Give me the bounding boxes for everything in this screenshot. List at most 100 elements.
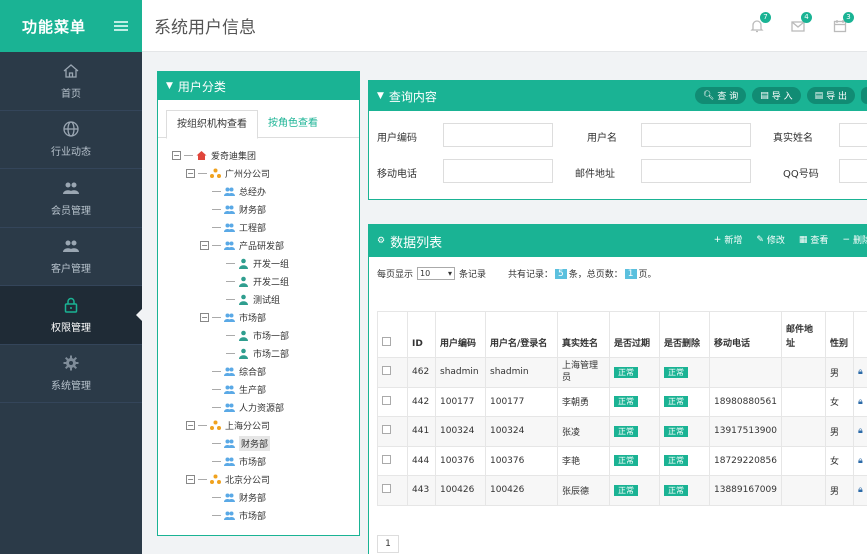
calendar-icon[interactable]: 3 xyxy=(832,12,854,34)
lock-icon[interactable]: 🔒︎ xyxy=(853,357,867,388)
import-button[interactable]: ▤ 导 入 xyxy=(752,87,801,104)
row-checkbox[interactable] xyxy=(382,484,391,494)
bell-icon[interactable]: 7 xyxy=(749,12,771,34)
person-icon xyxy=(239,330,248,341)
status-badge: 正常 xyxy=(614,484,638,496)
page-title: 系统用户信息 xyxy=(154,18,256,38)
tree-node[interactable]: 财务部 xyxy=(172,200,359,218)
column-header[interactable]: ID xyxy=(407,311,436,358)
column-header[interactable]: 是否过期 xyxy=(609,311,660,358)
column-header[interactable]: 真实姓名 xyxy=(557,311,610,358)
table-row[interactable]: 462 shadmin shadmin 上海管理员 正常 正常 男 🔒︎ xyxy=(377,357,867,388)
tree-node[interactable]: − 上海分公司 xyxy=(172,416,359,434)
column-header[interactable]: 用户编码 xyxy=(435,311,486,358)
email-input[interactable] xyxy=(641,159,751,183)
row-checkbox[interactable] xyxy=(382,425,391,435)
select-all-checkbox[interactable] xyxy=(382,337,391,346)
panel-title: 用户分类 xyxy=(177,79,226,94)
collapse-toggle-icon[interactable]: − xyxy=(186,168,195,178)
table-row[interactable]: 443 100426 100426 张辰德 正常 正常 13889167009 … xyxy=(377,475,867,506)
qq-input[interactable] xyxy=(839,159,867,183)
tree-node[interactable]: 总经办 xyxy=(172,182,359,200)
tree-node[interactable]: − 北京分公司 xyxy=(172,470,359,488)
collapse-toggle-icon[interactable]: − xyxy=(200,312,209,322)
tree-node[interactable]: 市场一部 xyxy=(172,326,359,344)
table-row[interactable]: 444 100376 100376 李艳 正常 正常 18729220856 女… xyxy=(377,445,867,476)
select-all-cell xyxy=(377,311,408,358)
collapse-toggle-icon[interactable]: − xyxy=(186,420,195,430)
sidebar-item-home[interactable]: 首页 xyxy=(0,52,142,111)
lock-icon[interactable]: 🔒︎ xyxy=(853,445,867,476)
add-button[interactable]: + 新增 xyxy=(714,233,743,247)
lock-icon[interactable]: 🔒︎ xyxy=(853,386,867,417)
org-tree: − 爱奇迪集团 − 广州分公司 总经办 财务部 工程部 − 产品研发部 开发一组 开发… xyxy=(158,138,359,524)
real-name-label: 真实姓名 xyxy=(773,133,813,144)
tree-node[interactable]: 综合部 xyxy=(172,362,359,380)
group-icon xyxy=(224,511,235,520)
mobile-input[interactable] xyxy=(443,159,553,183)
sidebar-item-news[interactable]: 行业动态 xyxy=(0,111,142,169)
lock-icon[interactable]: 🔒︎ xyxy=(853,475,867,506)
status-badge: 正常 xyxy=(614,396,638,408)
sidebar-item-permissions[interactable]: 权限管理 xyxy=(0,286,143,345)
username-input[interactable] xyxy=(641,123,751,147)
column-header[interactable]: 移动电话 xyxy=(709,311,782,358)
tree-node[interactable]: 财务部 xyxy=(172,488,359,506)
table-row[interactable]: 441 100324 100324 张凌 正常 正常 13917513900 男… xyxy=(377,416,867,447)
cogs-icon: ⚙ xyxy=(377,236,386,246)
user-table: ID 用户编码 用户名/登录名 真实姓名 是否过期 是否删除 移动电话 邮件地址… xyxy=(377,311,867,506)
home-icon xyxy=(63,63,79,78)
real-name-input[interactable] xyxy=(839,123,867,147)
tree-node[interactable]: 市场部 xyxy=(172,506,359,524)
mail-icon[interactable]: 4 xyxy=(790,12,812,34)
tree-node[interactable]: − 广州分公司 xyxy=(172,164,359,182)
search-button[interactable]: 🔍︎ 查 询 xyxy=(694,87,747,104)
mobile-label: 移动电话 xyxy=(377,169,417,180)
collapse-toggle-icon[interactable]: − xyxy=(186,474,195,484)
tree-node-selected[interactable]: 财务部 xyxy=(172,434,359,452)
status-badge: 正常 xyxy=(614,425,638,437)
page-size-select[interactable]: 10 ▾ xyxy=(417,267,456,280)
sidebar-item-customers[interactable]: 客户管理 xyxy=(0,228,142,286)
tree-node[interactable]: 市场部 xyxy=(172,452,359,470)
tree-node[interactable]: − 市场部 xyxy=(172,308,359,326)
menu-toggle-icon[interactable] xyxy=(114,20,128,32)
tree-node[interactable]: 人力资源部 xyxy=(172,398,359,416)
lock-icon[interactable]: 🔒︎ xyxy=(853,416,867,447)
sidebar-title: 功能菜单 xyxy=(22,17,87,36)
group-icon xyxy=(224,403,235,412)
column-header[interactable]: 性别 xyxy=(825,311,854,358)
tree-node[interactable]: 工程部 xyxy=(172,218,359,236)
tree-node[interactable]: 开发二组 xyxy=(172,272,359,290)
column-header[interactable]: 邮件地址 xyxy=(781,311,826,358)
tab-by-organization[interactable]: 按组织机构查看 xyxy=(166,110,258,139)
tree-node[interactable]: 开发一组 xyxy=(172,254,359,272)
tree-node[interactable]: 测试组 xyxy=(172,290,359,308)
tree-node[interactable]: 生产部 xyxy=(172,380,359,398)
column-header[interactable]: 用户名/登录名 xyxy=(485,311,558,358)
row-checkbox[interactable] xyxy=(382,366,391,376)
edit-button[interactable]: ✎ 修改 xyxy=(756,233,785,247)
tab-by-role[interactable]: 按角色查看 xyxy=(258,110,328,138)
delete-button[interactable]: − 删除 xyxy=(842,233,867,247)
sidebar-item-system[interactable]: 系统管理 xyxy=(0,345,142,403)
collapse-toggle-icon[interactable]: − xyxy=(200,240,209,250)
user-code-input[interactable] xyxy=(443,123,553,147)
view-button[interactable]: ▦ 查看 xyxy=(799,233,829,247)
page-button[interactable]: 1 xyxy=(377,535,399,553)
column-header[interactable]: 是否删除 xyxy=(659,311,710,358)
query-row: 用户编码 用户名 真实姓名 xyxy=(377,123,867,149)
tree-node[interactable]: − 爱奇迪集团 xyxy=(172,146,359,164)
more-button[interactable] xyxy=(861,87,867,104)
table-row[interactable]: 442 100177 100177 李朝勇 正常 正常 18980880561 … xyxy=(377,386,867,417)
row-checkbox[interactable] xyxy=(382,395,391,405)
sidebar-item-members[interactable]: 会员管理 xyxy=(0,169,142,228)
export-button[interactable]: ▤ 导 出 xyxy=(806,87,855,104)
tab-bar: 按组织机构查看 按角色查看 xyxy=(158,100,359,139)
collapse-toggle-icon[interactable]: − xyxy=(172,150,181,160)
row-checkbox[interactable] xyxy=(382,454,391,464)
tree-node[interactable]: − 产品研发部 xyxy=(172,236,359,254)
tree-node[interactable]: 市场二部 xyxy=(172,344,359,362)
mail-badge: 4 xyxy=(801,12,812,23)
caret-down-icon: ▾ xyxy=(448,269,453,278)
